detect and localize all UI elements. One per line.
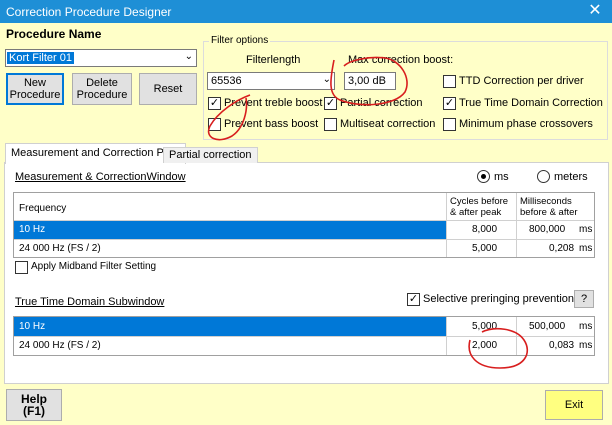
annotation-cycles-circle	[468, 327, 529, 369]
annotation-checkbox-circle	[207, 94, 251, 141]
red-annotations	[207, 56, 529, 369]
annotation-max-boost-circle	[330, 56, 408, 106]
